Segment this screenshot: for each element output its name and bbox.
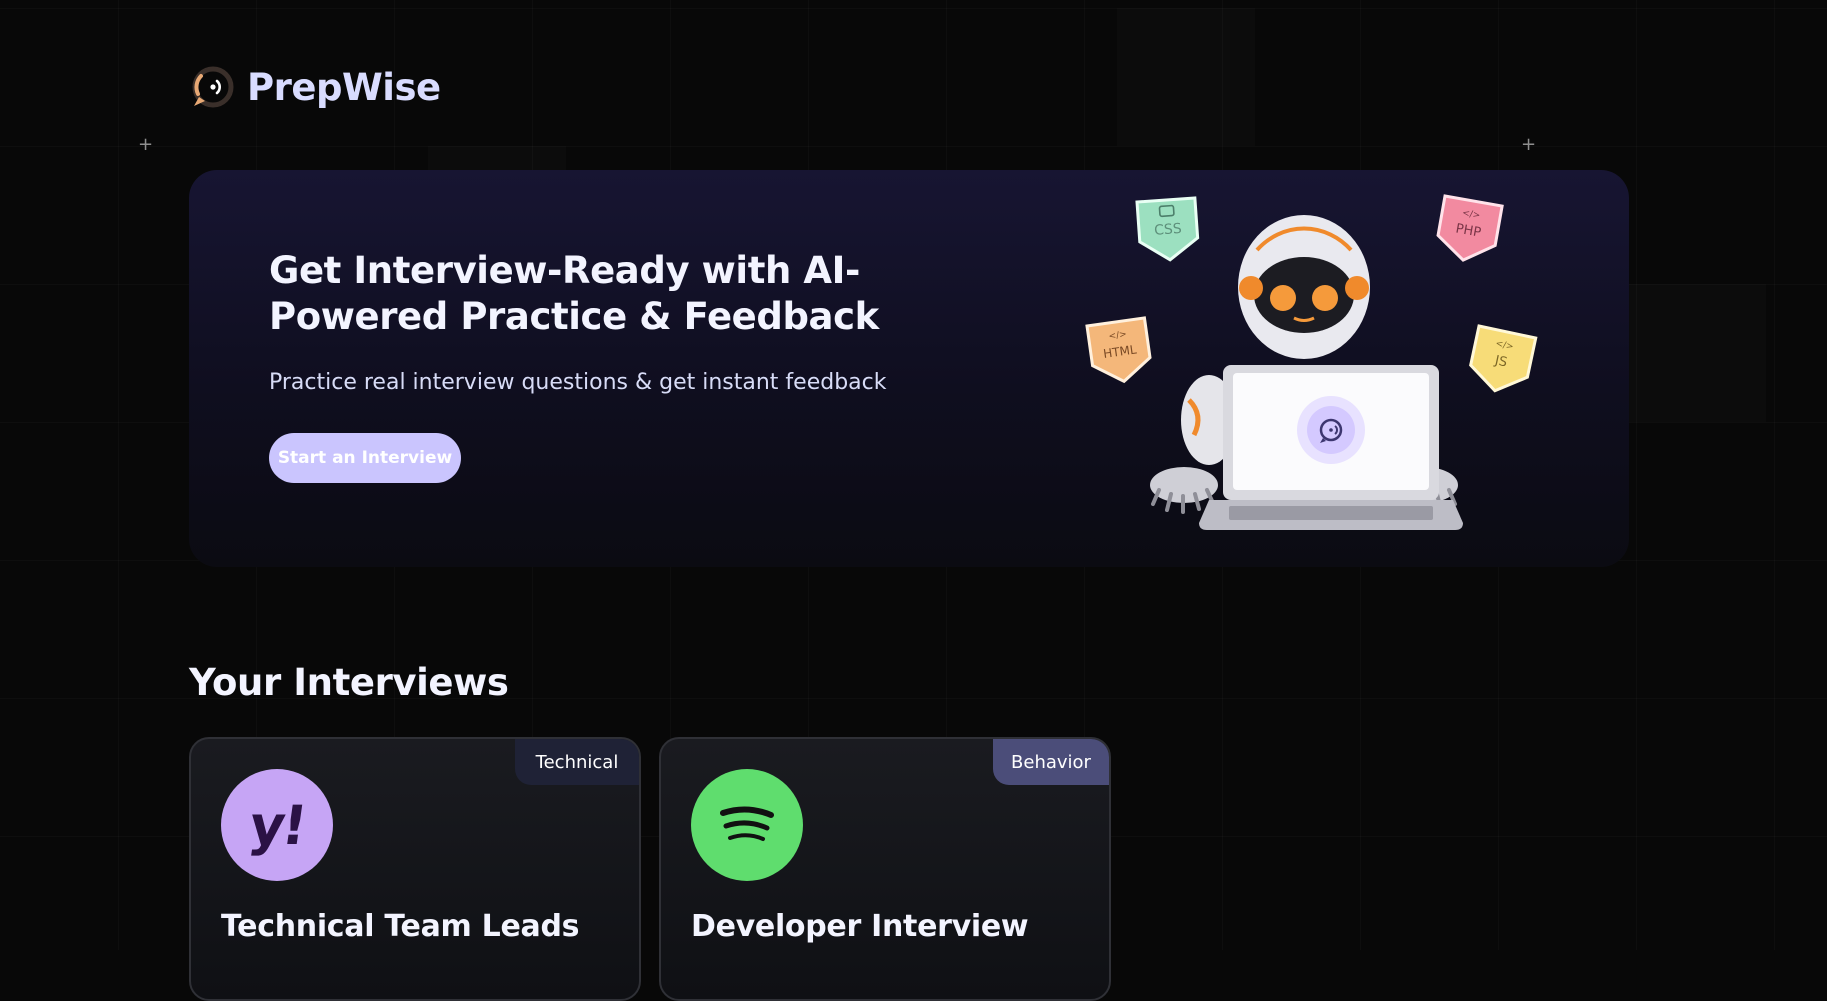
yahoo-logo-icon: y! — [221, 769, 333, 881]
robot-illustration: CSS </> PHP </> HTML </> JS — [1039, 190, 1559, 565]
navbar: PrepWise — [189, 64, 441, 110]
start-interview-button[interactable]: Start an Interview — [269, 433, 461, 483]
hero-subtitle: Practice real interview questions & get … — [269, 370, 887, 395]
spotify-logo-icon — [691, 769, 803, 881]
svg-text:CSS: CSS — [1154, 221, 1183, 239]
section-title-your-interviews: Your Interviews — [189, 661, 509, 704]
yahoo-logo-text: y! — [245, 793, 309, 857]
css-tag-icon: CSS — [1135, 196, 1200, 262]
hero-banner: Get Interview-Ready with AI-Powered Prac… — [189, 170, 1629, 567]
background-grid-block — [1117, 8, 1255, 146]
interview-type-badge: Behavior — [993, 739, 1109, 785]
sparkle-icon: + — [1521, 134, 1537, 155]
interview-card-title: Technical Team Leads — [221, 909, 580, 944]
interview-card-title: Developer Interview — [691, 909, 1029, 944]
html-tag-icon: </> HTML — [1085, 316, 1152, 384]
php-tag-icon: </> PHP — [1436, 194, 1504, 262]
interview-card[interactable]: Technical y! Technical Team Leads — [189, 737, 641, 1001]
prepwise-logo-icon[interactable] — [189, 64, 235, 110]
hero-title: Get Interview-Ready with AI-Powered Prac… — [269, 249, 879, 338]
sparkle-icon: + — [138, 134, 154, 155]
js-tag-icon: </> JS — [1469, 324, 1538, 393]
interview-card[interactable]: Behavior Developer Interview — [659, 737, 1111, 1001]
interview-type-badge: Technical — [515, 739, 639, 785]
background-grid-block — [1628, 284, 1766, 422]
brand-name[interactable]: PrepWise — [247, 66, 441, 109]
